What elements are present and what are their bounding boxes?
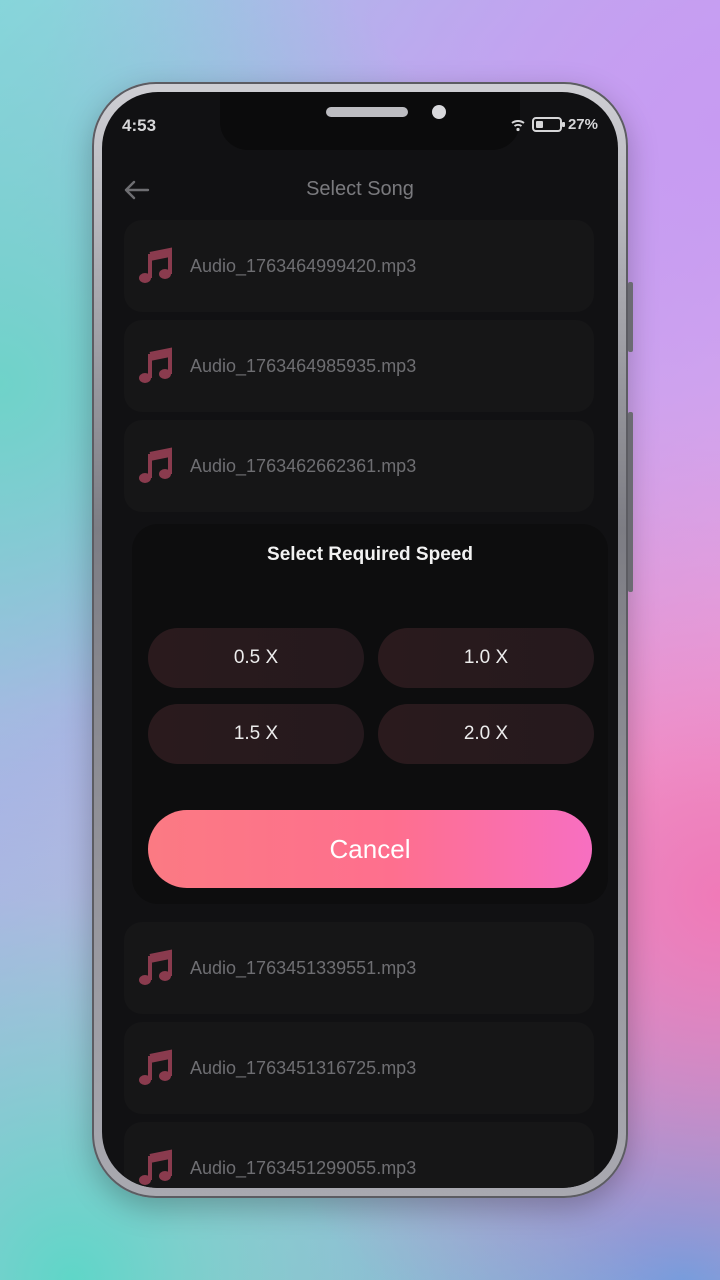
speed-2.0x-button[interactable]: 2.0 X [378,704,594,764]
song-name: Audio_1763451339551.mp3 [190,957,417,978]
list-item[interactable]: Audio_1763451316725.mp3 [124,1022,594,1114]
speed-1.0x-button[interactable]: 1.0 X [378,628,594,688]
status-time: 4:53 [122,116,157,135]
speed-1.5x-button[interactable]: 1.5 X [148,704,364,764]
song-name: Audio_1763451299055.mp3 [190,1157,417,1178]
app-header: Select Song [102,162,618,218]
camera [432,105,446,119]
list-item[interactable]: Audio_1763464999420.mp3 [124,220,594,312]
music-note-icon [139,1149,172,1185]
dialog-title: Select Required Speed [267,544,473,565]
battery-level: 27% [567,116,598,133]
list-item[interactable]: Audio_1763451299055.mp3 [124,1122,594,1188]
music-note-icon [139,347,172,383]
wifi-icon [511,119,525,131]
music-note-icon [139,949,172,985]
cancel-button[interactable]: Cancel [148,810,592,888]
song-name: Audio_1763464985935.mp3 [190,355,417,376]
list-item[interactable]: Audio_1763462662361.mp3 [124,420,594,512]
list-item[interactable]: Audio_1763464985935.mp3 [124,320,594,412]
music-note-icon [139,247,172,283]
song-name: Audio_1763451316725.mp3 [190,1057,417,1078]
speed-dialog: Select Required Speed 0.5 X 1.0 X 1.5 X … [132,524,608,904]
song-name: Audio_1763464999420.mp3 [190,255,417,276]
music-note-icon [139,1049,172,1085]
music-note-icon [139,447,172,483]
notch [220,92,520,150]
battery-icon [531,117,565,132]
page-title: Select Song [306,178,414,200]
phone-frame: 4:53 27% Select Song Audio_1763464999420… [92,82,633,1198]
speed-0.5x-button[interactable]: 0.5 X [148,628,364,688]
screen: 4:53 27% Select Song Audio_1763464999420… [102,92,618,1188]
speaker [326,107,408,117]
list-item[interactable]: Audio_1763451339551.mp3 [124,922,594,1014]
song-name: Audio_1763462662361.mp3 [190,455,417,476]
status-right: 27% [510,116,598,133]
